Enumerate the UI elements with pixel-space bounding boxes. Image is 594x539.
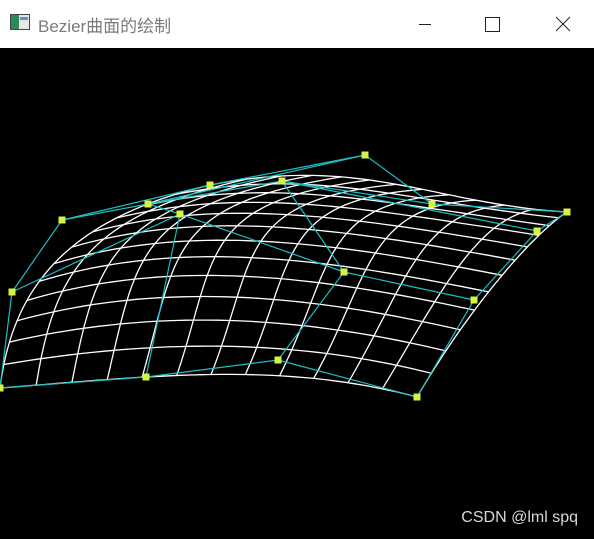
control-point [176, 210, 184, 218]
surface-isoline-u [0, 373, 418, 398]
control-point [206, 181, 214, 189]
bezier-surface-graphic [0, 151, 571, 401]
surface-isoline-u [3, 345, 432, 374]
control-point [428, 200, 436, 208]
control-net-row [0, 359, 418, 398]
surface-isoline-v [35, 178, 248, 386]
control-point [340, 268, 348, 276]
surface-isoline-v [244, 188, 423, 375]
close-button[interactable] [540, 0, 586, 48]
control-point [274, 356, 282, 364]
control-point [8, 288, 16, 296]
close-icon [555, 16, 571, 32]
control-point [142, 373, 150, 381]
surface-isoline-v [313, 199, 477, 379]
control-point [470, 296, 478, 304]
maximize-icon [485, 17, 500, 32]
app-window: Bezier曲面的绘制 CSDN @lml spq [0, 0, 594, 539]
title-bar[interactable]: Bezier曲面的绘制 [0, 0, 594, 48]
surface-isoline-v [347, 204, 505, 384]
minimize-icon [419, 24, 431, 25]
control-point [361, 151, 369, 159]
control-point [0, 384, 4, 392]
surface-isoline-u [38, 256, 489, 293]
drawing-canvas: CSDN @lml spq [0, 48, 594, 539]
control-point [144, 200, 152, 208]
control-point [413, 393, 421, 401]
control-point [533, 227, 541, 235]
surface-isoline-v [381, 208, 535, 390]
app-icon [10, 14, 30, 30]
control-point [58, 216, 66, 224]
control-net-column [416, 211, 568, 398]
maximize-button[interactable] [468, 0, 514, 48]
control-point [278, 177, 286, 185]
watermark: CSDN @lml spq [461, 509, 578, 526]
surface-isoline-u [16, 295, 461, 331]
control-point [563, 208, 571, 216]
window-title: Bezier曲面的绘制 [38, 17, 172, 36]
minimize-button[interactable] [402, 0, 448, 48]
surface-isoline-v [416, 211, 568, 398]
